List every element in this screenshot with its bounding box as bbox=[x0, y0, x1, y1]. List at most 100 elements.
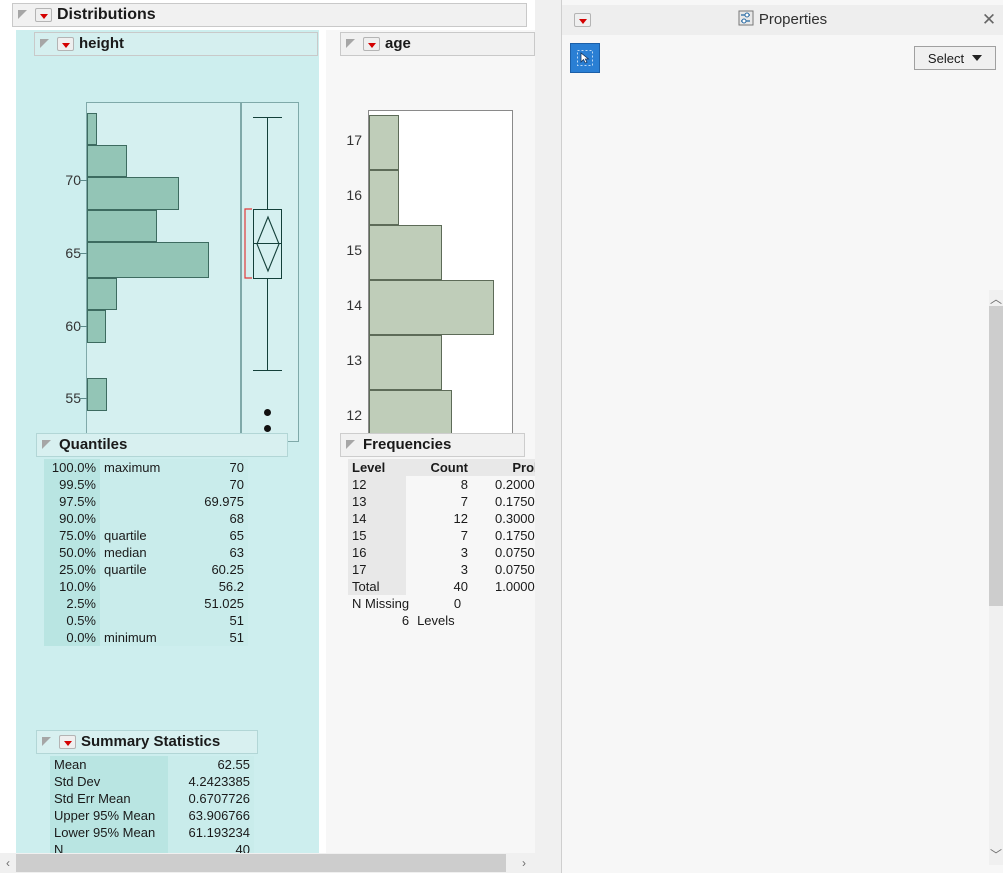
properties-vertical-scrollbar[interactable]: ︿ ﹀ bbox=[989, 290, 1003, 865]
level-cell: Total bbox=[348, 578, 406, 595]
table-row[interactable]: Mean62.55 bbox=[50, 756, 254, 773]
scroll-down-icon[interactable]: ﹀ bbox=[989, 846, 1003, 862]
histogram-bar[interactable] bbox=[369, 170, 399, 225]
histogram-bar[interactable] bbox=[87, 177, 179, 210]
table-row[interactable]: 0.0%minimum51 bbox=[44, 629, 248, 646]
count-cell: 3 bbox=[406, 544, 472, 561]
histogram-bar[interactable] bbox=[87, 310, 106, 343]
summary-label: Lower 95% Mean bbox=[50, 824, 168, 841]
close-icon[interactable]: ✕ bbox=[974, 10, 1003, 30]
red-triangle-menu-icon[interactable] bbox=[59, 735, 76, 749]
red-triangle-menu-icon[interactable] bbox=[57, 37, 74, 51]
chevron-down-icon bbox=[972, 55, 982, 61]
table-row[interactable]: 25.0%quartile60.25 bbox=[44, 561, 248, 578]
summary-statistics-header[interactable]: Summary Statistics bbox=[36, 730, 258, 754]
quantile-label bbox=[100, 493, 180, 510]
frequencies-header[interactable]: Frequencies bbox=[340, 433, 525, 457]
height-histogram-plot[interactable]: 70 65 60 55 50 bbox=[35, 70, 315, 418]
table-row[interactable]: 99.5%70 bbox=[44, 476, 248, 493]
table-row[interactable]: 90.0%68 bbox=[44, 510, 248, 527]
column-header[interactable]: Count bbox=[406, 459, 472, 476]
table-row[interactable]: 2.5% 51.025 bbox=[44, 595, 248, 612]
red-triangle-menu-icon[interactable] bbox=[363, 37, 380, 51]
table-row[interactable]: 1570.17500 bbox=[348, 527, 535, 544]
distributions-title: Distributions bbox=[57, 6, 156, 24]
level-cell: 17 bbox=[348, 561, 406, 578]
histogram-bar[interactable] bbox=[87, 145, 127, 177]
axis-tick-60: 60 bbox=[35, 318, 81, 334]
histogram-bar[interactable] bbox=[369, 335, 442, 390]
histogram-bar[interactable] bbox=[369, 280, 494, 335]
table-row[interactable]: 10.0%56.2 bbox=[44, 578, 248, 595]
disclosure-triangle-icon[interactable] bbox=[346, 39, 356, 49]
table-row[interactable]: 50.0%median63 bbox=[44, 544, 248, 561]
quantile-value: 68 bbox=[180, 510, 248, 527]
properties-titlebar: Properties ✕ bbox=[562, 5, 1003, 35]
frequencies-table: LevelCountProb 1280.200001370.1750014120… bbox=[348, 459, 535, 595]
distributions-outline-header[interactable]: Distributions bbox=[12, 3, 527, 27]
quantile-label: quartile bbox=[100, 527, 180, 544]
age-outline-header[interactable]: age bbox=[340, 32, 535, 56]
quantile-percent: 97.5% bbox=[44, 493, 100, 510]
histogram-bar[interactable] bbox=[369, 115, 399, 170]
histogram-bar[interactable] bbox=[87, 378, 107, 411]
disclosure-triangle-icon[interactable] bbox=[40, 39, 50, 49]
height-outline-header[interactable]: height bbox=[34, 32, 318, 56]
red-triangle-menu-icon[interactable] bbox=[574, 13, 591, 27]
disclosure-triangle-icon[interactable] bbox=[42, 737, 52, 747]
select-arrow-tool-button[interactable] bbox=[570, 43, 600, 73]
boxplot-outlier-point[interactable] bbox=[264, 425, 271, 432]
count-cell: 40 bbox=[406, 578, 472, 595]
count-cell: 8 bbox=[406, 476, 472, 493]
tick-mark bbox=[79, 180, 87, 181]
table-row[interactable]: Std Dev4.2423385 bbox=[50, 773, 254, 790]
table-row[interactable]: 1370.17500 bbox=[348, 493, 535, 510]
table-row[interactable]: 14120.30000 bbox=[348, 510, 535, 527]
disclosure-triangle-icon[interactable] bbox=[346, 440, 356, 450]
quantile-label bbox=[100, 510, 180, 527]
quantile-percent: 0.5% bbox=[44, 612, 100, 629]
quantiles-header[interactable]: Quantiles bbox=[36, 433, 288, 457]
disclosure-triangle-icon[interactable] bbox=[42, 440, 52, 450]
quantile-percent: 99.5% bbox=[44, 476, 100, 493]
disclosure-triangle-icon[interactable] bbox=[18, 10, 28, 20]
report-horizontal-scrollbar[interactable]: ‹ › bbox=[0, 853, 535, 873]
histogram-bar[interactable] bbox=[87, 210, 157, 242]
histogram-bar[interactable] bbox=[87, 113, 97, 145]
table-row[interactable]: 97.5%69.975 bbox=[44, 493, 248, 510]
table-row[interactable]: Total401.00000 bbox=[348, 578, 535, 595]
properties-scroll-thumb[interactable] bbox=[989, 306, 1003, 606]
table-row[interactable]: 75.0%quartile65 bbox=[44, 527, 248, 544]
table-row[interactable]: 100.0%maximum70 bbox=[44, 459, 248, 476]
red-triangle-menu-icon[interactable] bbox=[35, 8, 52, 22]
summary-value: 0.6707726 bbox=[168, 790, 254, 807]
table-row[interactable]: Upper 95% Mean63.906766 bbox=[50, 807, 254, 824]
scroll-right-icon[interactable]: › bbox=[514, 853, 534, 873]
summary-statistics-section: Summary Statistics Mean62.55Std Dev4.242… bbox=[36, 730, 311, 858]
table-row[interactable]: Lower 95% Mean61.193234 bbox=[50, 824, 254, 841]
column-header[interactable]: Level bbox=[348, 459, 406, 476]
table-row[interactable]: Std Err Mean0.6707726 bbox=[50, 790, 254, 807]
histogram-bar[interactable] bbox=[87, 278, 117, 310]
properties-pane: Properties ✕ Select ListBoxDistributionO… bbox=[561, 0, 1003, 873]
age-histogram-plot[interactable]: 17 16 15 14 13 12 bbox=[368, 70, 523, 450]
scroll-left-icon[interactable]: ‹ bbox=[0, 853, 16, 873]
histogram-bar[interactable] bbox=[87, 242, 209, 278]
count-cell: 12 bbox=[406, 510, 472, 527]
properties-title: Properties bbox=[591, 10, 974, 30]
axis-tick-16: 16 bbox=[336, 187, 362, 203]
table-row[interactable]: 1630.07500 bbox=[348, 544, 535, 561]
select-dropdown-button[interactable]: Select bbox=[914, 46, 996, 70]
boxplot-outlier-point[interactable] bbox=[264, 409, 271, 416]
quantile-percent: 2.5% bbox=[44, 595, 100, 612]
table-row[interactable]: 1730.07500 bbox=[348, 561, 535, 578]
quantile-value: 51.025 bbox=[180, 595, 248, 612]
table-row[interactable]: 0.5%51 bbox=[44, 612, 248, 629]
scroll-up-icon[interactable]: ︿ bbox=[989, 290, 1003, 306]
histogram-bar[interactable] bbox=[369, 225, 442, 280]
levels-label: Levels bbox=[413, 612, 465, 629]
table-row[interactable]: 1280.20000 bbox=[348, 476, 535, 493]
horizontal-scroll-thumb[interactable] bbox=[16, 854, 506, 872]
axis-tick-70: 70 bbox=[35, 172, 81, 188]
column-header[interactable]: Prob bbox=[472, 459, 535, 476]
